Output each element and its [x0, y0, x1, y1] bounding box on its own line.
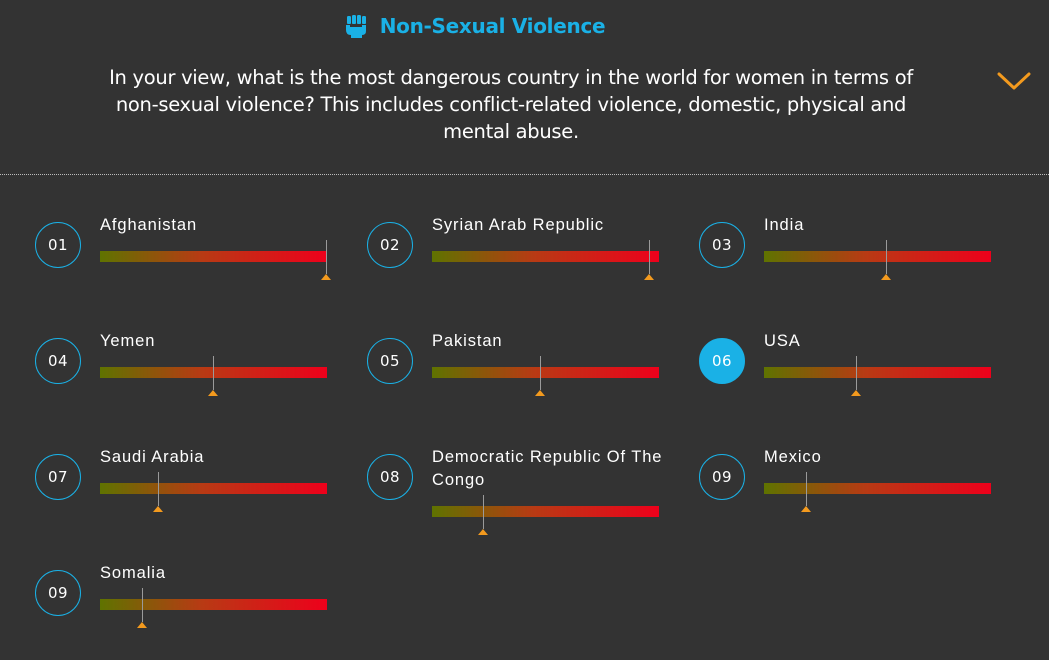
score-marker-triangle-icon: [851, 390, 861, 396]
ranking-item: 04 Yemen: [35, 332, 345, 428]
rank-badge[interactable]: 04: [35, 338, 81, 384]
country-name: Somalia: [100, 564, 166, 582]
score-marker-line: [158, 472, 159, 506]
score-bar: [432, 506, 659, 517]
rank-badge[interactable]: 08: [367, 454, 413, 500]
score-marker-triangle-icon: [153, 506, 163, 512]
score-bar: [764, 367, 991, 378]
score-bar: [764, 483, 991, 494]
score-marker-line: [326, 240, 327, 274]
score-marker-triangle-icon: [208, 390, 218, 396]
country-name: Afghanistan: [100, 216, 198, 234]
score-marker-line: [142, 588, 143, 622]
country-name: Pakistan: [432, 332, 503, 350]
score-marker-line: [540, 356, 541, 390]
ranking-item: 03 India: [699, 216, 1009, 312]
score-marker-line: [213, 356, 214, 390]
score-marker-triangle-icon: [321, 274, 331, 280]
ranking-item: 09 Mexico: [699, 448, 1009, 544]
score-marker-line: [856, 356, 857, 390]
country-name: Yemen: [100, 332, 156, 350]
rank-badge[interactable]: 03: [699, 222, 745, 268]
score-marker-triangle-icon: [137, 622, 147, 628]
country-name: USA: [764, 332, 801, 350]
score-marker-triangle-icon: [535, 390, 545, 396]
country-name: India: [764, 216, 805, 234]
country-name: Saudi Arabia: [100, 448, 205, 466]
score-bar: [100, 251, 327, 262]
rank-badge[interactable]: 06: [699, 338, 745, 384]
score-marker-line: [886, 240, 887, 274]
ranking-item: 08 Democratic Republic Of The Congo: [367, 448, 677, 544]
score-bar: [100, 483, 327, 494]
score-marker-line: [649, 240, 650, 274]
ranking-item: 01 Afghanistan: [35, 216, 345, 312]
rank-badge[interactable]: 09: [35, 570, 81, 616]
ranking-item: 06 USA: [699, 332, 1009, 428]
ranking-item: 07 Saudi Arabia: [35, 448, 345, 544]
score-bar: [764, 251, 991, 262]
rank-badge[interactable]: 07: [35, 454, 81, 500]
rank-badge[interactable]: 01: [35, 222, 81, 268]
ranking-grid: 01 Afghanistan 02 Syrian Arab Republic 0…: [0, 0, 1049, 639]
rank-badge[interactable]: 05: [367, 338, 413, 384]
rank-badge[interactable]: 09: [699, 454, 745, 500]
ranking-item: 09 Somalia: [35, 564, 345, 660]
score-marker-triangle-icon: [801, 506, 811, 512]
score-marker-triangle-icon: [881, 274, 891, 280]
rank-badge[interactable]: 02: [367, 222, 413, 268]
score-bar: [100, 599, 327, 610]
ranking-item: 02 Syrian Arab Republic: [367, 216, 677, 312]
ranking-item: 05 Pakistan: [367, 332, 677, 428]
country-name: Democratic Republic Of The Congo: [432, 448, 663, 489]
score-bar: [432, 367, 659, 378]
score-bar: [432, 251, 659, 262]
score-marker-line: [806, 472, 807, 506]
score-marker-line: [483, 495, 484, 529]
country-name: Mexico: [764, 448, 822, 466]
score-marker-triangle-icon: [644, 274, 654, 280]
country-name: Syrian Arab Republic: [432, 216, 605, 234]
score-marker-triangle-icon: [478, 529, 488, 535]
